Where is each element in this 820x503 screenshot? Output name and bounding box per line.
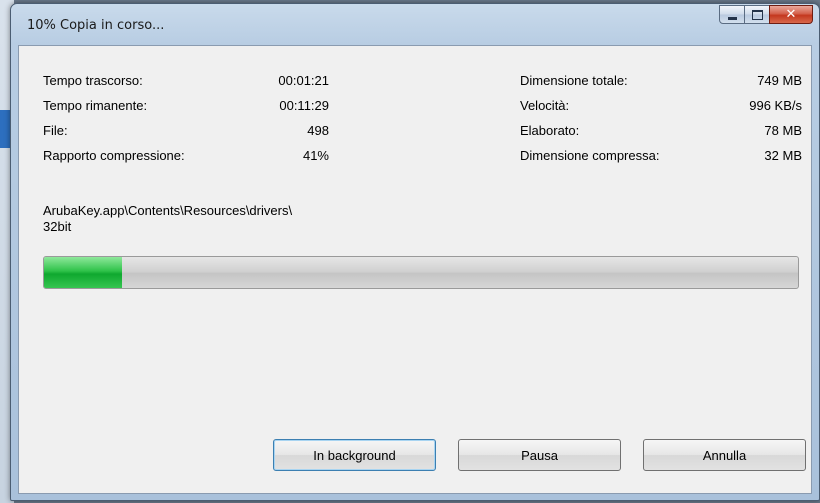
progress-bar (43, 256, 799, 289)
current-path-line: ArubaKey.app\Contents\Resources\drivers\ (43, 203, 293, 218)
maximize-button[interactable] (744, 5, 770, 24)
close-icon: ✕ (785, 7, 797, 22)
dialog-content: Tempo trascorso: 00:01:21 Tempo rimanent… (18, 45, 812, 494)
stat-value-remaining: 00:11:29 (279, 98, 329, 113)
stat-value-speed: 996 KB/s (749, 98, 802, 113)
stat-value-total-size: 749 MB (757, 73, 802, 88)
copy-progress-window: 10% Copia in corso... ✕ Tempo trascorso:… (10, 3, 820, 501)
stat-value-processed: 78 MB (764, 123, 802, 138)
stat-label-files: File: (43, 123, 68, 138)
minimize-button[interactable] (719, 5, 745, 24)
stat-label-total-size: Dimensione totale: (520, 73, 628, 88)
stat-label-remaining: Tempo rimanente: (43, 98, 148, 113)
stat-label-compression-ratio: Rapporto compressione: (43, 148, 185, 163)
stat-label-speed: Velocità: (520, 98, 570, 113)
current-file-path: ArubaKey.app\Contents\Resources\drivers\… (43, 203, 292, 235)
stat-value-compressed-size: 32 MB (764, 148, 802, 163)
cancel-button[interactable]: Annulla (643, 439, 806, 471)
stat-label-processed: Elaborato: (520, 123, 580, 138)
maximize-icon (751, 9, 763, 20)
current-path-line: 32bit (43, 219, 72, 234)
stat-value-files: 498 (307, 123, 329, 138)
window-controls: ✕ (719, 5, 813, 25)
minimize-icon (727, 16, 737, 20)
stat-value-compression-ratio: 41% (302, 148, 329, 163)
stat-label-elapsed: Tempo trascorso: (43, 73, 143, 88)
background-button[interactable]: In background (273, 439, 436, 471)
pause-button[interactable]: Pausa (458, 439, 621, 471)
progress-bar-fill (44, 257, 123, 288)
title-bar[interactable]: 10% Copia in corso... ✕ (11, 4, 819, 44)
close-button[interactable]: ✕ (769, 5, 813, 24)
window-title: 10% Copia in corso... (27, 18, 165, 33)
stat-label-compressed-size: Dimensione compressa: (520, 148, 660, 163)
stat-value-elapsed: 00:01:21 (278, 73, 329, 88)
